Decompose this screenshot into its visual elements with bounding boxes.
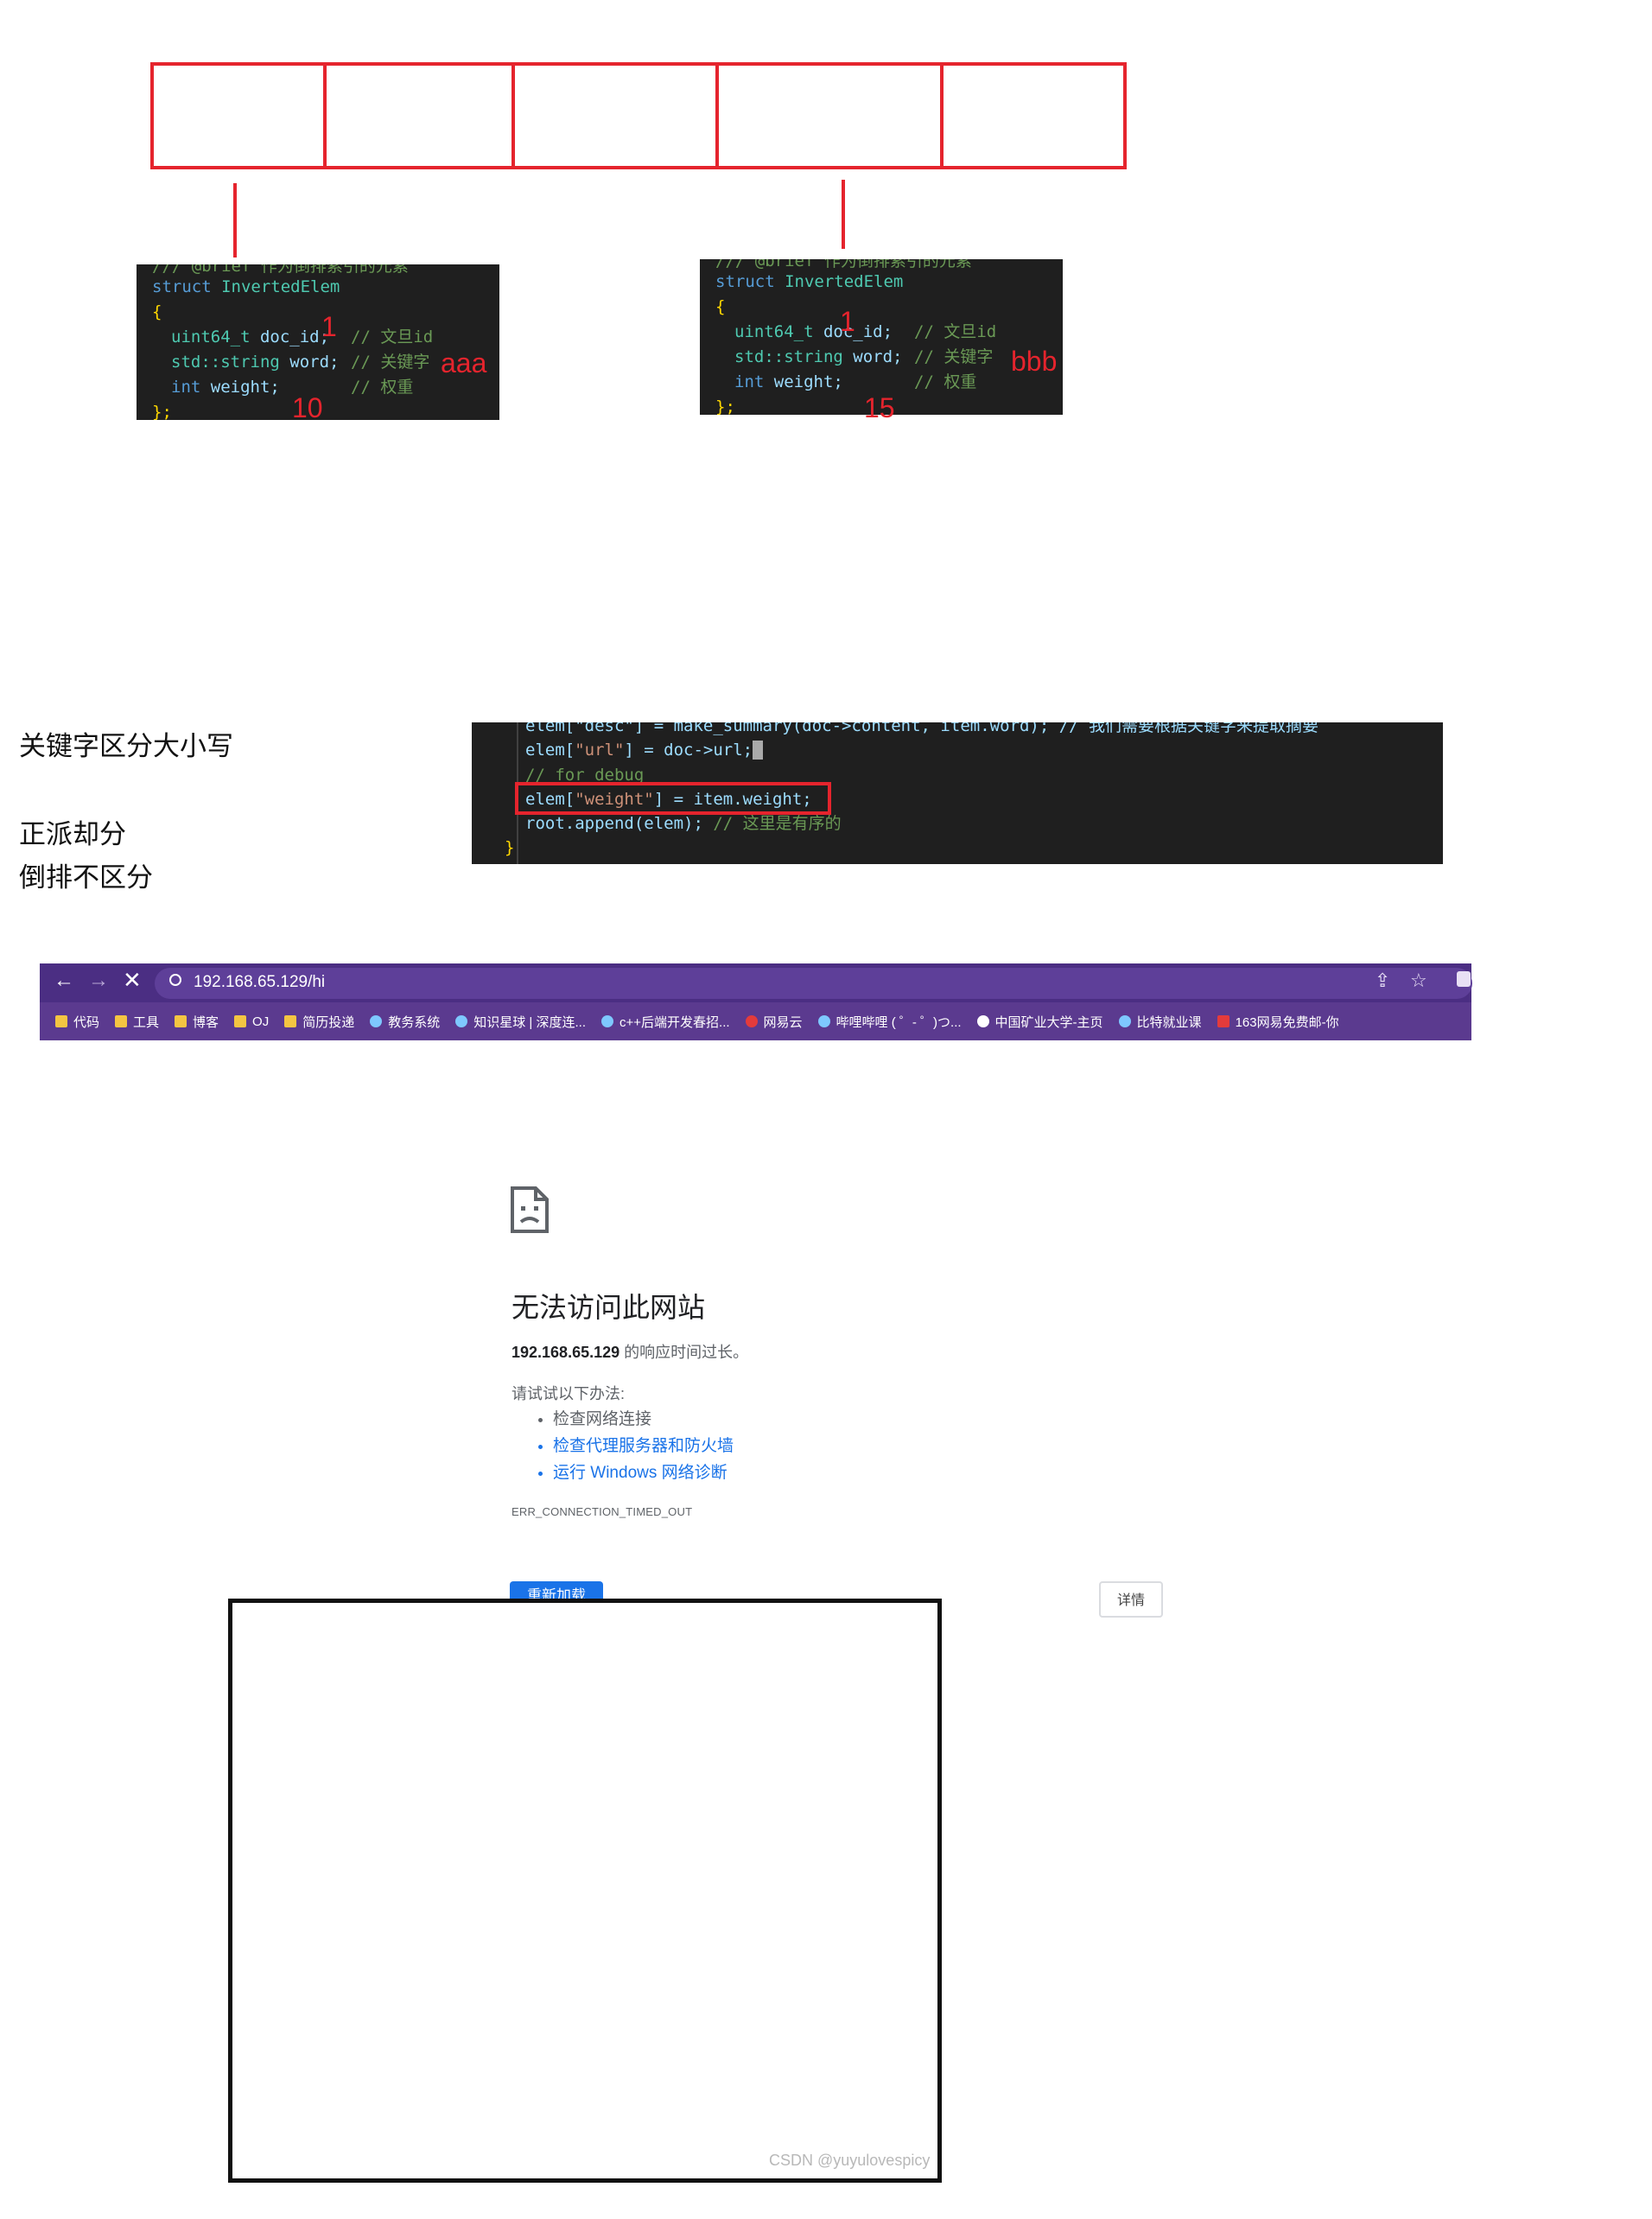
back-arrow-icon[interactable]: ← [54,969,74,993]
pointer-line-right [842,180,845,249]
sad-page-icon [510,1186,550,1234]
pointer-line-left [233,183,237,258]
array-diagram [150,62,1127,169]
note-word-left: aaa [441,347,487,378]
bookmark-item[interactable]: 中国矿业大学-主页 [976,1013,1103,1031]
suggestion-link[interactable]: 运行 Windows 网络诊断 [553,1459,734,1486]
tv-icon [817,1015,830,1027]
bookmark-item[interactable]: 代码 [55,1013,99,1031]
bookmark-item[interactable]: 博客 [175,1013,219,1031]
share-icon[interactable]: ⇪ [1375,970,1390,992]
bookmark-item[interactable]: c++后端开发春招... [601,1013,730,1031]
forward-arrow-icon[interactable]: → [88,969,109,993]
browser-window: ← → ✕ 192.168.65.129/hi ⇪ ☆ 代码 工具 博客 OJ … [40,963,1472,1040]
bookmark-item[interactable]: 163网易免费邮-你 [1217,1013,1339,1031]
bookmark-item[interactable]: 工具 [115,1013,159,1031]
bookmark-item[interactable]: 网易云 [745,1013,803,1031]
bookmarks-bar: 代码 工具 博客 OJ 简历投递 教务系统 知识星球 | 深度连... c++后… [40,1002,1471,1040]
error-description: 192.168.65.129 的响应时间过长。 [511,1344,749,1361]
note-doc-id-left: 1 [321,311,337,342]
array-cell [719,66,944,166]
bookmark-item[interactable]: 知识星球 | 深度连... [455,1013,586,1031]
array-cell [327,66,515,166]
bookmark-item[interactable]: 哔哩哔哩 ( ゜- ゜)つ... [817,1013,962,1031]
watermark: CSDN @yuyulovespicy [769,2152,931,2169]
address-bar[interactable] [155,968,1472,999]
leaf-icon [370,1015,383,1027]
note-inverted-index: 倒排不区分 [19,862,153,893]
note-doc-id-right: 1 [840,306,855,337]
note-case-sensitive: 关键字区分大小写 [19,731,233,761]
note-weight-left: 10 [292,392,323,423]
details-button[interactable]: 详情 [1099,1581,1163,1618]
error-code: ERR_CONNECTION_TIMED_OUT [511,1505,693,1518]
circle-icon [455,1015,468,1027]
highlight-weight-box [515,782,831,815]
blank-overlay-box [228,1599,942,2183]
folder-icon [284,1015,297,1027]
bookmark-item[interactable]: 比特就业课 [1118,1013,1202,1031]
mail-icon [1217,1015,1229,1027]
note-weight-right: 15 [864,392,895,423]
note-word-right: bbb [1011,346,1058,377]
stop-icon[interactable]: ✕ [123,967,142,994]
folder-icon [55,1015,67,1027]
array-cell [515,66,719,166]
info-icon[interactable] [169,974,181,986]
code-snippet-right: /// @brief 作为倒排索引的元素 struct InvertedElem… [700,259,1063,415]
netease-icon [745,1015,758,1027]
bookmark-item[interactable]: 简历投递 [284,1013,354,1031]
error-try-label: 请试试以下办法: [511,1385,626,1402]
array-cell [944,66,1123,166]
browser-toolbar: ← → ✕ 192.168.65.129/hi ⇪ ☆ [40,963,1472,1002]
circle-icon [601,1015,613,1027]
note-forward-index: 正派却分 [19,819,126,849]
leaf-icon [1118,1015,1131,1027]
suggestion-list: 检查网络连接 检查代理服务器和防火墙 运行 Windows 网络诊断 [534,1406,734,1486]
star-icon[interactable]: ☆ [1410,970,1427,992]
suggestion-link[interactable]: 检查代理服务器和防火墙 [553,1433,734,1459]
bookmark-item[interactable]: 教务系统 [370,1013,440,1031]
extension-icon[interactable] [1457,971,1471,987]
url-text[interactable]: 192.168.65.129/hi [194,973,325,992]
error-title: 无法访问此网站 [511,1292,706,1323]
folder-icon [115,1015,128,1027]
suggestion-item: 检查网络连接 [553,1406,734,1433]
folder-icon [234,1015,247,1027]
array-cell [154,66,327,166]
folder-icon [175,1015,187,1027]
bookmark-item[interactable]: OJ [234,1014,269,1029]
circle-icon [976,1015,989,1027]
